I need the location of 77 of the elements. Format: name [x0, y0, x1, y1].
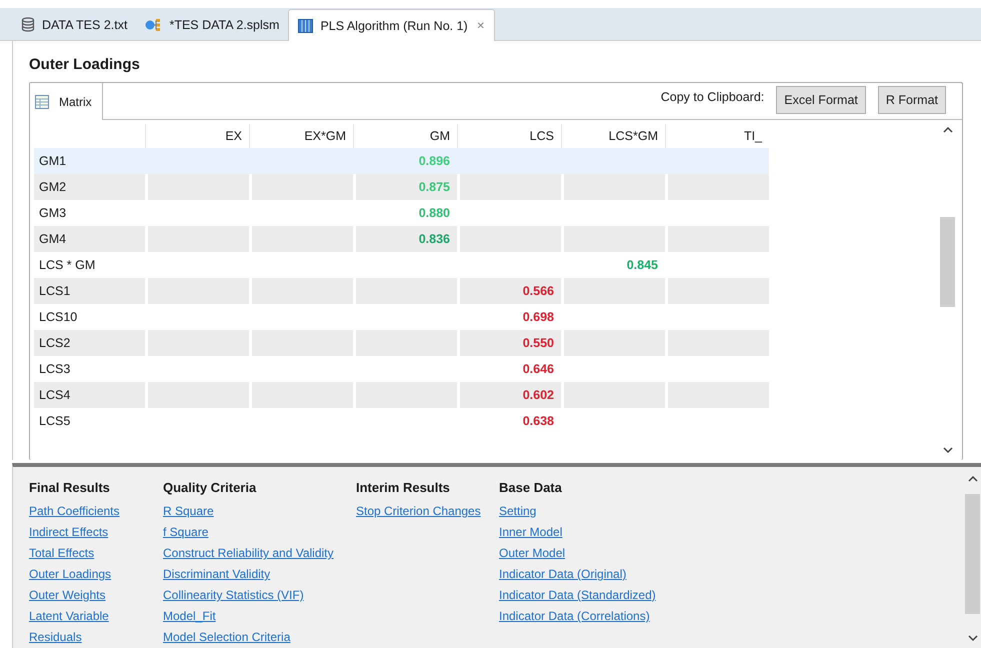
loading-value: 0.845 [626, 258, 658, 272]
row-label: GM2 [39, 180, 66, 194]
result-link[interactable]: Outer Weights [29, 585, 106, 606]
loading-value: 0.896 [418, 154, 450, 168]
loading-value: 0.550 [522, 336, 554, 350]
table-row[interactable]: LCS * GM 0.845 [34, 252, 769, 278]
result-link[interactable]: Indirect Effects [29, 522, 108, 543]
result-link[interactable]: Total Effects [29, 543, 94, 564]
table-row[interactable]: LCS5 0.638 [34, 408, 769, 434]
scroll-down-icon[interactable] [942, 447, 952, 454]
result-link[interactable]: Latent Variable [29, 606, 109, 627]
table-row[interactable]: GM4 0.836 [34, 226, 769, 252]
row-label: LCS10 [39, 310, 78, 324]
table-row[interactable]: GM1 0.896 [34, 148, 769, 174]
result-link[interactable]: Indicator Data (Standardized) [499, 585, 656, 606]
result-link[interactable]: Model Selection Criteria [163, 627, 290, 648]
scroll-thumb[interactable] [940, 217, 955, 307]
row-label: LCS1 [39, 284, 70, 298]
group-heading: Final Results [29, 480, 110, 497]
loading-value: 0.646 [522, 362, 554, 376]
result-link[interactable]: Setting [499, 501, 536, 522]
table-row[interactable]: LCS4 0.602 [34, 382, 769, 408]
database-icon [21, 17, 35, 32]
result-link[interactable]: Indicator Data (Correlations) [499, 606, 650, 627]
result-link[interactable]: Outer Loadings [29, 564, 112, 585]
row-label: LCS5 [39, 414, 70, 428]
format-button[interactable]: R Format [878, 86, 946, 114]
result-link[interactable]: Indicator Data (Original) [499, 564, 626, 585]
result-link[interactable]: Collinearity Statistics (VIF) [163, 585, 304, 606]
result-link[interactable]: Construct Reliability and Validity [163, 543, 334, 564]
row-label: LCS3 [39, 362, 70, 376]
group-heading: Base Data [499, 480, 562, 497]
table-icon [298, 18, 314, 32]
model-icon [145, 18, 162, 32]
sheet-icon [35, 94, 49, 108]
result-link[interactable]: Outer Model [499, 543, 566, 564]
editor-tab[interactable]: *TES DATA 2.splsm [136, 9, 288, 40]
scroll-up-icon[interactable] [942, 126, 952, 133]
scroll-down-icon[interactable] [968, 635, 978, 642]
scroll-thumb[interactable] [965, 494, 980, 614]
table-row[interactable]: LCS10 0.698 [34, 304, 769, 330]
loading-value: 0.638 [522, 414, 554, 428]
editor-tab[interactable]: DATA TES 2.txt [12, 9, 136, 40]
view-tab[interactable]: Matrix [30, 83, 103, 120]
result-link[interactable]: Discriminant Validity [163, 564, 270, 585]
table-row[interactable]: LCS2 0.550 [34, 330, 769, 356]
loading-value: 0.880 [418, 206, 450, 220]
group-heading: Interim Results [356, 480, 450, 497]
loading-value: 0.566 [522, 284, 554, 298]
result-link[interactable]: Stop Criterion Changes [356, 501, 481, 522]
close-icon[interactable]: ✕ [476, 20, 485, 32]
table-row[interactable]: GM3 0.880 [34, 200, 769, 226]
row-label: GM3 [39, 206, 66, 220]
table-row[interactable]: GM2 0.875 [34, 174, 769, 200]
section-title: Outer Loadings [29, 55, 141, 75]
format-button[interactable]: Excel Format [776, 86, 866, 114]
row-label: LCS * GM [39, 258, 96, 272]
row-label: LCS4 [39, 388, 70, 402]
table-row[interactable]: LCS1 0.566 [34, 278, 769, 304]
result-link[interactable]: Inner Model [499, 522, 562, 543]
result-link[interactable]: Model_Fit [163, 606, 216, 627]
loading-value: 0.602 [522, 388, 554, 402]
result-link[interactable]: Residuals [29, 627, 82, 648]
row-label: GM4 [39, 232, 66, 246]
loading-value: 0.875 [418, 180, 450, 194]
editor-tab[interactable]: PLS Algorithm (Run No. 1) ✕ [288, 9, 495, 41]
loading-value: 0.836 [418, 232, 450, 246]
table-row[interactable]: LCS3 0.646 [34, 356, 769, 382]
result-link[interactable]: R Square [163, 501, 214, 522]
result-link[interactable]: Path Coefficients [29, 501, 120, 522]
group-heading: Quality Criteria [163, 480, 256, 497]
row-label: GM1 [39, 154, 66, 168]
scroll-up-icon[interactable] [968, 475, 978, 482]
loading-value: 0.698 [522, 310, 554, 324]
clipboard-label: Copy to Clipboard: [660, 90, 764, 104]
result-link[interactable]: f Square [163, 522, 208, 543]
row-label: LCS2 [39, 336, 70, 350]
